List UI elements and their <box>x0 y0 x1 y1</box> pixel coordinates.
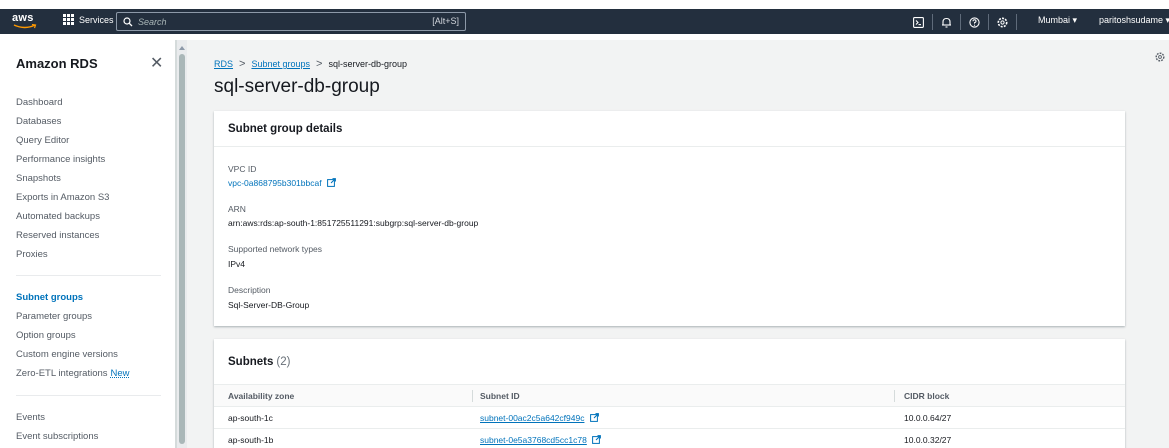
sidebar-divider <box>16 395 161 396</box>
search-input[interactable]: Search [Alt+S] <box>116 12 466 31</box>
description-value: Sql-Server-DB-Group <box>228 300 310 310</box>
subnet-id-link[interactable]: subnet-00ac2c5a642cf949c <box>480 413 584 423</box>
close-icon[interactable]: ✕ <box>150 53 163 73</box>
search-shortcut: [Alt+S] <box>432 16 459 26</box>
column-header-cidr-block[interactable]: CIDR block <box>904 391 949 401</box>
subnets-count: (2) <box>276 355 291 368</box>
account-menu[interactable]: paritoshsudame ▾ <box>1099 15 1169 26</box>
table-row: ap-south-1b subnet-0e5a3768cd5cc1c78 10.… <box>214 429 1125 448</box>
scrollbar-thumb[interactable] <box>179 54 185 444</box>
services-menu-button[interactable]: Services <box>63 14 114 25</box>
gear-icon <box>997 17 1008 27</box>
cell-cidr-block: 10.0.0.32/27 <box>904 435 952 445</box>
sidebar-item-zero-etl[interactable]: Zero-ETL integrations New <box>16 368 130 379</box>
aws-logo-text: aws <box>12 12 34 24</box>
subnets-header: Subnets (2) <box>214 339 1125 385</box>
cell-availability-zone: ap-south-1c <box>228 413 273 423</box>
vpc-id-value: vpc-0a868795b301bbcaf <box>228 178 336 188</box>
breadcrumb-rds-link[interactable]: RDS <box>214 59 233 69</box>
sidebar-item-query-editor[interactable]: Query Editor <box>16 135 69 146</box>
top-bar-wrapper: aws Services Search [Alt+S] Mumbai ▾ par… <box>0 0 1169 40</box>
subnets-table-header: Availability zone Subnet ID CIDR block <box>214 385 1125 407</box>
breadcrumb-separator: > <box>316 58 323 70</box>
sidebar-item-exports-s3[interactable]: Exports in Amazon S3 <box>16 192 109 203</box>
services-label: Services <box>79 14 114 25</box>
sidebar-item-databases[interactable]: Databases <box>16 116 61 127</box>
cell-availability-zone: ap-south-1b <box>228 435 274 445</box>
vpc-id-link[interactable]: vpc-0a868795b301bbcaf <box>228 178 322 188</box>
grid-icon <box>63 14 74 25</box>
sidebar-item-event-subscriptions[interactable]: Event subscriptions <box>16 431 98 442</box>
arn-value: arn:aws:rds:ap-south-1:851725511291:subg… <box>228 218 479 228</box>
help-button[interactable] <box>961 14 989 30</box>
column-divider <box>472 390 473 402</box>
aws-logo[interactable]: aws <box>11 11 41 31</box>
cell-subnet-id: subnet-0e5a3768cd5cc1c78 <box>480 435 602 445</box>
network-types-label: Supported network types <box>228 244 323 254</box>
sidebar-item-performance-insights[interactable]: Performance insights <box>16 154 105 165</box>
sidebar-item-events[interactable]: Events <box>16 412 45 423</box>
sidebar-item-option-groups[interactable]: Option groups <box>16 330 76 341</box>
sidebar-item-automated-backups[interactable]: Automated backups <box>16 211 100 222</box>
cloudshell-icon <box>913 16 924 28</box>
sidebar-divider <box>16 275 161 276</box>
scroll-up-arrow-icon[interactable] <box>179 46 185 50</box>
cell-cidr-block: 10.0.0.64/27 <box>904 413 952 423</box>
column-header-availability-zone[interactable]: Availability zone <box>228 391 294 401</box>
sidebar-item-reserved-instances[interactable]: Reserved instances <box>16 230 99 241</box>
column-divider <box>894 390 895 402</box>
subnets-title: Subnets <box>228 355 274 368</box>
breadcrumb-subnet-groups-link[interactable]: Subnet groups <box>251 59 310 69</box>
cloudshell-button[interactable] <box>905 14 933 30</box>
top-icon-group <box>905 14 1017 30</box>
settings-button[interactable] <box>989 14 1017 30</box>
new-badge: New <box>110 368 130 379</box>
page-title: sql-server-db-group <box>214 76 380 97</box>
table-row: ap-south-1c subnet-00ac2c5a642cf949c 10.… <box>214 407 1125 429</box>
external-link-icon[interactable] <box>589 413 599 422</box>
external-link-icon[interactable] <box>592 435 602 444</box>
page-settings-button[interactable] <box>1155 49 1165 67</box>
sidebar-item-subnet-groups[interactable]: Subnet groups <box>16 292 83 303</box>
gear-icon <box>1155 52 1165 62</box>
sidebar-item-proxies[interactable]: Proxies <box>16 249 48 260</box>
sidebar-item-snapshots[interactable]: Snapshots <box>16 173 61 184</box>
external-link-icon[interactable] <box>327 178 336 187</box>
notifications-button[interactable] <box>933 14 961 30</box>
network-types-value: IPv4 <box>228 259 246 269</box>
bell-icon <box>942 17 951 28</box>
search-placeholder: Search <box>138 16 167 27</box>
sidebar-scrollbar[interactable] <box>176 40 187 448</box>
cell-subnet-id: subnet-00ac2c5a642cf949c <box>480 413 599 423</box>
details-header: Subnet group details <box>214 111 1125 147</box>
sidebar: Amazon RDS ✕ Dashboard Databases Query E… <box>0 40 176 448</box>
vpc-id-label: VPC ID <box>228 164 257 174</box>
help-icon <box>969 16 980 28</box>
subnet-id-link[interactable]: subnet-0e5a3768cd5cc1c78 <box>480 435 587 445</box>
subnet-group-details-card: Subnet group details VPC ID vpc-0a868795… <box>214 111 1125 326</box>
breadcrumb-current: sql-server-db-group <box>328 59 407 69</box>
subnets-card: Subnets (2) Availability zone Subnet ID C… <box>214 339 1125 448</box>
sidebar-title: Amazon RDS <box>16 56 98 71</box>
top-navigation-bar: aws Services Search [Alt+S] Mumbai ▾ par… <box>0 9 1169 34</box>
aws-smile-icon <box>13 24 37 29</box>
arn-label: ARN <box>228 204 246 214</box>
sidebar-item-custom-engine-versions[interactable]: Custom engine versions <box>16 349 118 360</box>
search-icon <box>123 16 133 26</box>
breadcrumb-separator: > <box>239 58 246 70</box>
sidebar-item-zero-etl-label: Zero-ETL integrations <box>16 368 108 379</box>
breadcrumb: RDS > Subnet groups > sql-server-db-grou… <box>214 58 407 70</box>
sidebar-item-dashboard[interactable]: Dashboard <box>16 97 62 108</box>
description-label: Description <box>228 285 271 295</box>
sidebar-item-parameter-groups[interactable]: Parameter groups <box>16 311 92 322</box>
region-selector[interactable]: Mumbai ▾ <box>1038 15 1077 26</box>
column-header-subnet-id[interactable]: Subnet ID <box>480 391 520 401</box>
